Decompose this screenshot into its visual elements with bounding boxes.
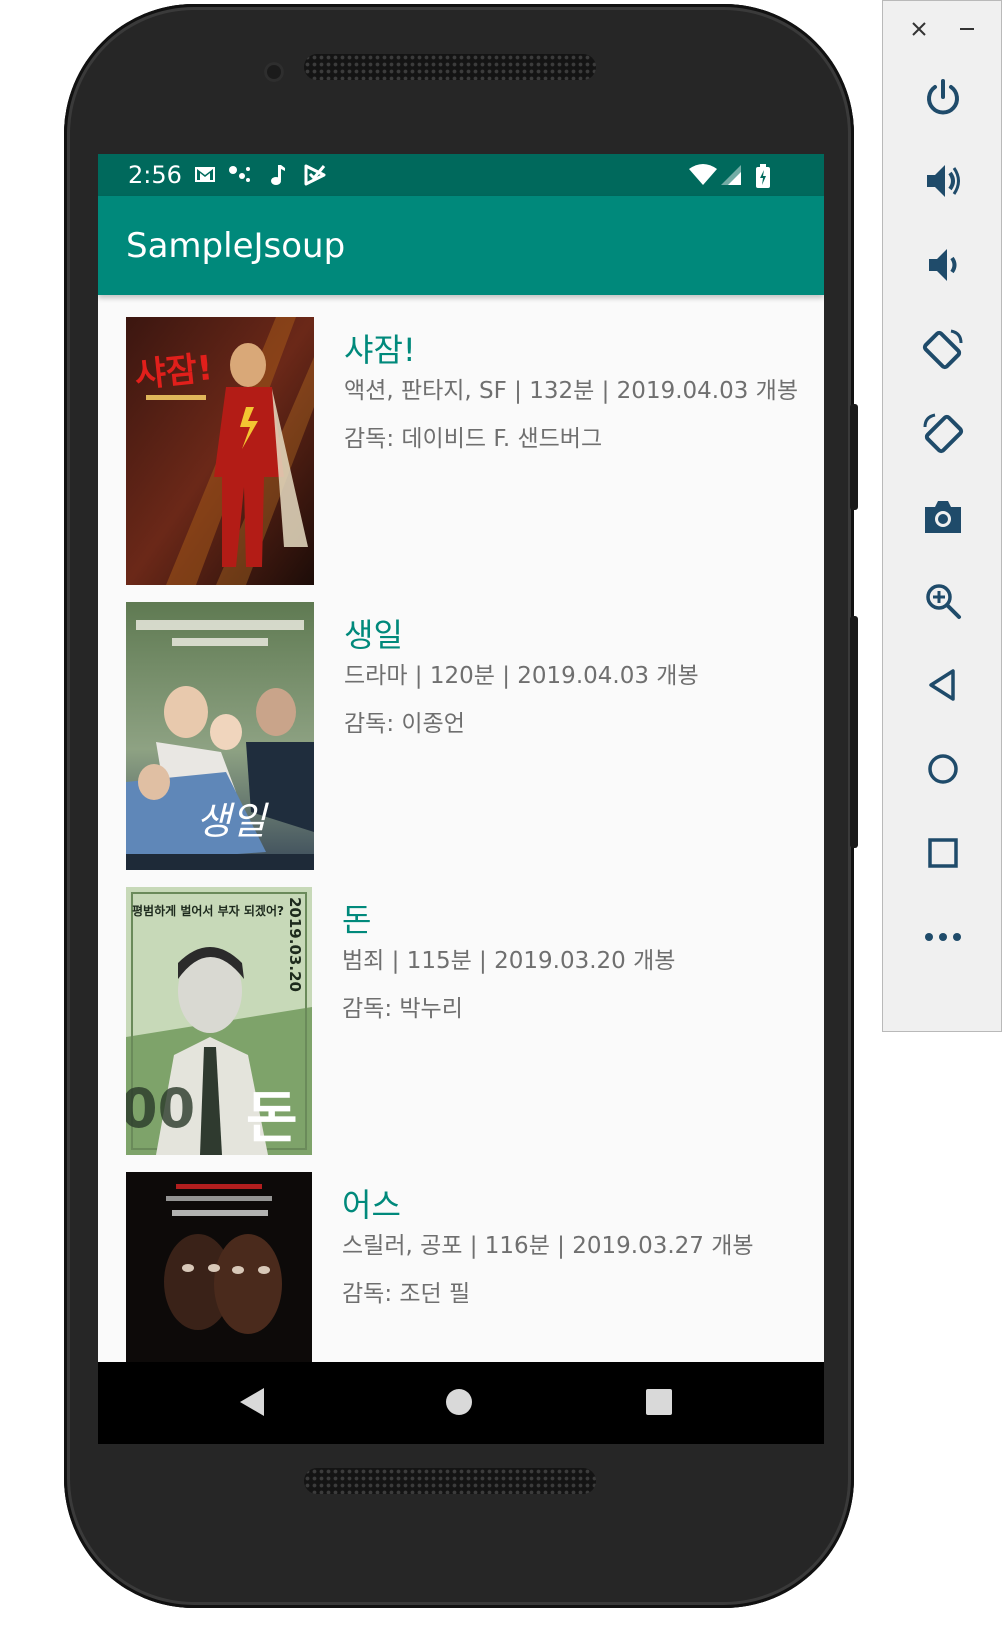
poster-title-text: 생일 xyxy=(196,799,269,843)
cell-signal-icon xyxy=(720,164,742,190)
movie-poster: 샤잠! xyxy=(126,317,314,585)
movie-info: 스릴러, 공포 | 116분 | 2019.03.27 개봉 xyxy=(342,1233,754,1259)
movie-info: 드라마 | 120분 | 2019.04.03 개봉 xyxy=(344,663,699,689)
poster-date-text: 2019.03.20 xyxy=(286,897,304,992)
list-item[interactable]: 샤잠! 샤잠! 액션, 판타지, SF | 132분 | 2019.04.03 … xyxy=(98,295,824,592)
movie-poster: 생일 xyxy=(126,602,314,870)
back-icon[interactable] xyxy=(913,655,973,715)
home-icon[interactable] xyxy=(445,1388,473,1420)
phone-screen: 2:56 SampleJsoup 샤잠! 샤잠! 액션, 판타지, SF | 1… xyxy=(98,154,824,1444)
share-dots-icon xyxy=(228,164,252,188)
svg-text:00: 00 xyxy=(126,1077,195,1140)
play-store-icon xyxy=(304,164,326,190)
back-icon[interactable] xyxy=(238,1386,266,1422)
front-camera xyxy=(264,62,284,82)
volume-up-icon[interactable] xyxy=(913,151,973,211)
power-side-button xyxy=(850,616,858,848)
wifi-icon xyxy=(688,164,718,190)
status-bar: 2:56 xyxy=(98,154,824,196)
list-item[interactable]: 평범하게 벌어서 부자 되겠어? 2019.03.20 돈 00 돈 범죄 | … xyxy=(98,865,824,1162)
emulator-toolbar xyxy=(882,0,1002,1032)
top-speaker xyxy=(304,54,596,80)
movie-title: 생일 xyxy=(344,616,403,654)
more-icon[interactable] xyxy=(913,907,973,967)
list-item[interactable]: 생일 생일 드라마 | 120분 | 2019.04.03 개봉 감독: 이종언 xyxy=(98,580,824,877)
volume-down-icon[interactable] xyxy=(913,235,973,295)
rotate-right-icon[interactable] xyxy=(913,403,973,463)
movie-info: 범죄 | 115분 | 2019.03.20 개봉 xyxy=(342,948,676,974)
movie-director: 감독: 조던 필 xyxy=(342,1281,471,1307)
nav-bar xyxy=(98,1362,824,1444)
movie-director: 감독: 박누리 xyxy=(342,996,463,1022)
app-title: SampleJsoup xyxy=(126,226,346,266)
recents-icon[interactable] xyxy=(646,1389,672,1419)
poster-title-text: 샤잠! xyxy=(133,348,215,396)
gmail-icon xyxy=(194,164,216,188)
rotate-left-icon[interactable] xyxy=(913,319,973,379)
minimize-icon[interactable] xyxy=(955,17,979,41)
music-note-icon xyxy=(270,164,286,190)
camera-icon[interactable] xyxy=(913,487,973,547)
movie-director: 감독: 이종언 xyxy=(344,711,465,737)
volume-rocker xyxy=(850,404,858,510)
battery-charging-icon xyxy=(756,164,770,192)
movie-poster: 평범하게 벌어서 부자 되겠어? 2019.03.20 돈 00 xyxy=(126,887,312,1155)
app-bar: SampleJsoup xyxy=(98,196,824,295)
poster-tagline: 평범하게 벌어서 부자 되겠어? xyxy=(132,903,284,918)
zoom-icon[interactable] xyxy=(913,571,973,631)
movie-director: 감독: 데이비드 F. 샌드버그 xyxy=(344,426,603,452)
power-icon[interactable] xyxy=(913,67,973,127)
bottom-speaker xyxy=(304,1468,596,1494)
close-icon[interactable] xyxy=(907,17,931,41)
home-icon[interactable] xyxy=(913,739,973,799)
movie-title: 돈 xyxy=(342,901,372,939)
overview-icon[interactable] xyxy=(913,823,973,883)
movie-title: 어스 xyxy=(342,1186,401,1224)
poster-title-text: 돈 xyxy=(246,1086,298,1151)
movie-info: 액션, 판타지, SF | 132분 | 2019.04.03 개봉 xyxy=(344,378,798,404)
status-time: 2:56 xyxy=(128,161,182,189)
movie-title: 샤잠! xyxy=(344,331,416,369)
